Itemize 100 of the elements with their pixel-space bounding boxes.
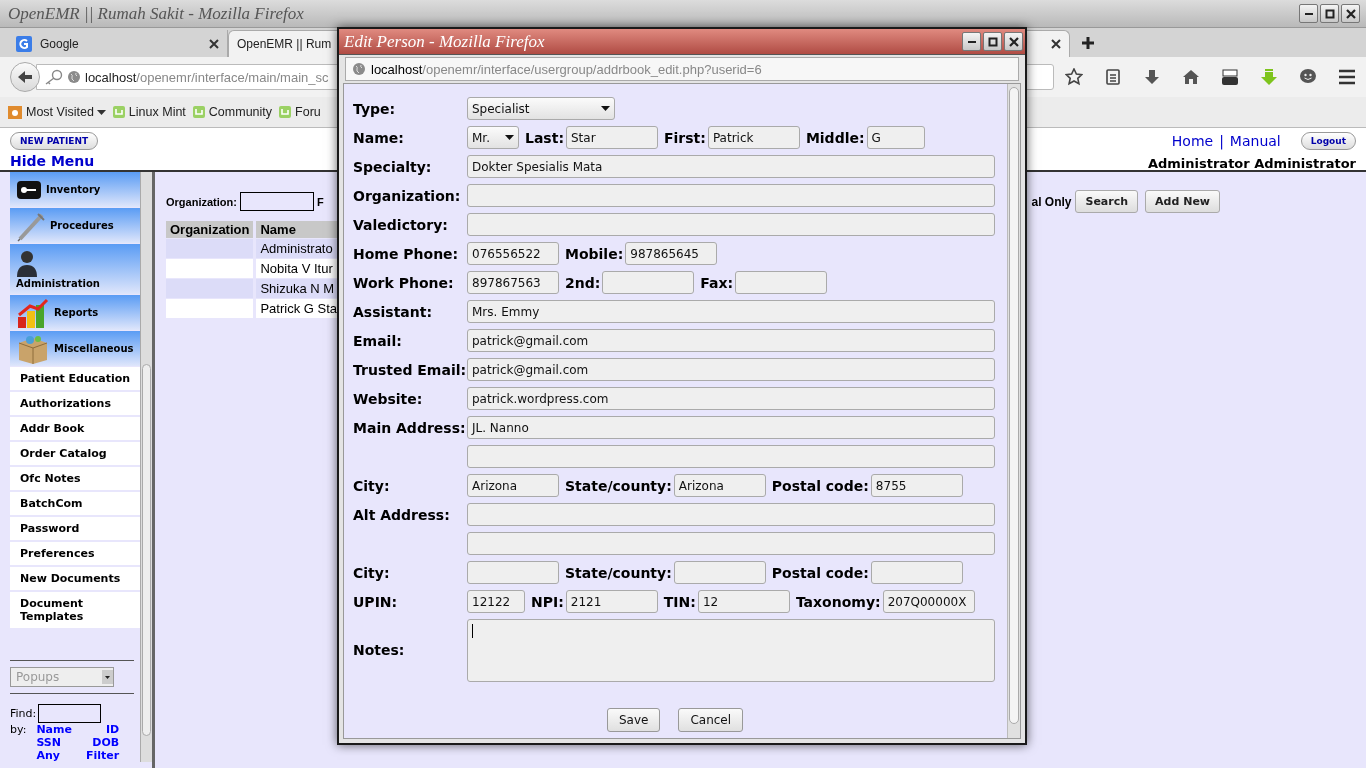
menu-item[interactable]: BatchCom — [10, 492, 141, 515]
scrollbar[interactable] — [1007, 84, 1020, 738]
menu-item[interactable]: Addr Book — [10, 417, 141, 440]
maximize-button[interactable] — [983, 32, 1002, 51]
input-field[interactable] — [467, 184, 995, 207]
menu-item[interactable]: Document Templates — [10, 592, 141, 628]
input-field[interactable]: JL. Nanno — [467, 416, 995, 439]
minimize-button[interactable] — [1299, 4, 1318, 23]
input-field[interactable] — [467, 561, 559, 584]
close-button[interactable] — [1004, 32, 1023, 51]
add-new-button[interactable]: Add New — [1145, 190, 1220, 213]
address-field[interactable]: localhost/openemr/interface/usergroup/addrbook_edit.php?userid=6 — [345, 57, 1019, 81]
input-field[interactable] — [602, 271, 695, 294]
field-label: Taxonomy: — [795, 593, 881, 610]
organization-field[interactable] — [239, 192, 314, 211]
field-label: NPI: — [531, 593, 564, 610]
back-button[interactable] — [10, 62, 40, 92]
field-label: Alt Address: — [353, 506, 451, 523]
filter-label: al Only — [1031, 194, 1072, 209]
input-field[interactable] — [467, 503, 995, 526]
bookmark[interactable]: Linux Mint — [111, 105, 186, 119]
maximize-button[interactable] — [1320, 4, 1339, 23]
input-field[interactable]: 12122 — [467, 590, 525, 613]
scroll-thumb[interactable] — [142, 364, 151, 736]
input-field[interactable] — [467, 532, 995, 555]
input-field[interactable]: Arizona — [673, 474, 766, 497]
home-icon[interactable] — [1181, 68, 1200, 86]
bookmark[interactable]: Foru — [278, 105, 321, 119]
search-by-link[interactable]: Name — [36, 723, 72, 736]
input-field[interactable]: 8755 — [870, 474, 963, 497]
bookmark[interactable]: Most Visited — [7, 104, 106, 120]
menu-category[interactable]: Miscellaneous — [10, 331, 141, 366]
save-button[interactable]: Save — [606, 708, 661, 732]
maximize-icon — [987, 36, 998, 47]
field-label: Valedictory: — [353, 216, 449, 233]
notes-field[interactable] — [467, 618, 995, 682]
logout-button[interactable]: Logout — [1300, 132, 1356, 150]
menu-icon[interactable] — [1337, 68, 1356, 86]
new-tab-icon[interactable] — [1082, 37, 1094, 49]
input-field[interactable]: Patrick — [707, 126, 800, 149]
input-field[interactable]: 2121 — [565, 590, 658, 613]
menu-category[interactable]: Administration — [10, 244, 141, 294]
scrollbar[interactable] — [140, 172, 152, 762]
by-label: by: — [10, 723, 27, 738]
input-field[interactable]: Mrs. Emmy — [467, 300, 995, 323]
bookmark-star-icon[interactable] — [1064, 68, 1083, 86]
menu-category[interactable]: Procedures — [10, 208, 141, 243]
search-by-link[interactable]: SSN — [36, 736, 72, 749]
bookmark[interactable]: Community — [191, 105, 273, 119]
field-label: First: — [664, 129, 706, 146]
menu-item[interactable]: Patient Education — [10, 367, 141, 390]
chat-icon[interactable] — [1298, 68, 1317, 86]
input-field[interactable]: Arizona — [467, 474, 559, 497]
scroll-thumb[interactable] — [1009, 87, 1019, 724]
input-field[interactable]: 897867563 — [467, 271, 559, 294]
menu-category[interactable]: Reports — [10, 295, 141, 330]
menu-item[interactable]: Preferences — [10, 542, 141, 565]
reading-list-icon[interactable] — [1103, 68, 1122, 86]
menu-item[interactable]: New Documents — [10, 567, 141, 590]
close-icon[interactable] — [209, 38, 219, 49]
menu-item[interactable]: Order Catalog — [10, 442, 141, 465]
home-link[interactable]: Home — [1171, 133, 1214, 149]
input-field[interactable]: patrick@gmail.com — [467, 358, 995, 381]
input-field[interactable]: 12 — [697, 590, 790, 613]
input-field[interactable]: Dokter Spesialis Mata — [467, 155, 995, 178]
minimize-button[interactable] — [962, 32, 981, 51]
menu-item[interactable]: Authorizations — [10, 392, 141, 415]
input-field[interactable] — [467, 445, 995, 468]
menu-item[interactable]: Ofc Notes — [10, 467, 141, 490]
search-by-link[interactable]: ID — [85, 723, 120, 736]
close-icon[interactable] — [1051, 39, 1061, 49]
input-field[interactable] — [467, 213, 995, 236]
field-label: Postal code: — [771, 477, 869, 494]
close-button[interactable] — [1341, 4, 1360, 23]
menu-item[interactable]: Password — [10, 517, 141, 540]
input-field[interactable]: G — [866, 126, 925, 149]
hide-menu-link[interactable]: Hide Menu — [10, 153, 95, 169]
input-field[interactable]: 987865645 — [625, 242, 718, 265]
new-patient-button[interactable]: NEW PATIENT — [10, 132, 99, 150]
input-field[interactable] — [735, 271, 828, 294]
input-field[interactable]: 207Q00000X — [882, 590, 975, 613]
cancel-button[interactable]: Cancel — [678, 708, 744, 732]
field-label: TIN: — [663, 593, 696, 610]
dropdown[interactable]: Mr. — [467, 126, 519, 149]
input-field[interactable]: patrick.wordpress.com — [467, 387, 995, 410]
dropdown[interactable]: Specialist — [467, 97, 615, 120]
menu-category[interactable]: Inventory — [10, 172, 141, 207]
input-field[interactable]: 076556522 — [467, 242, 559, 265]
manual-link[interactable]: Manual — [1229, 133, 1281, 149]
find-field[interactable] — [38, 704, 102, 723]
input-field[interactable] — [870, 561, 963, 584]
search-by-link[interactable]: Filter — [85, 749, 120, 762]
back-icon — [17, 70, 33, 84]
input-field[interactable] — [673, 561, 766, 584]
input-field[interactable]: Star — [566, 126, 658, 149]
maximize-icon — [1324, 8, 1335, 19]
search-button[interactable]: Search — [1075, 190, 1139, 213]
search-by-link[interactable]: DOB — [85, 736, 120, 749]
input-field[interactable]: patrick@gmail.com — [467, 329, 995, 352]
search-by-link[interactable]: Any — [36, 749, 72, 762]
